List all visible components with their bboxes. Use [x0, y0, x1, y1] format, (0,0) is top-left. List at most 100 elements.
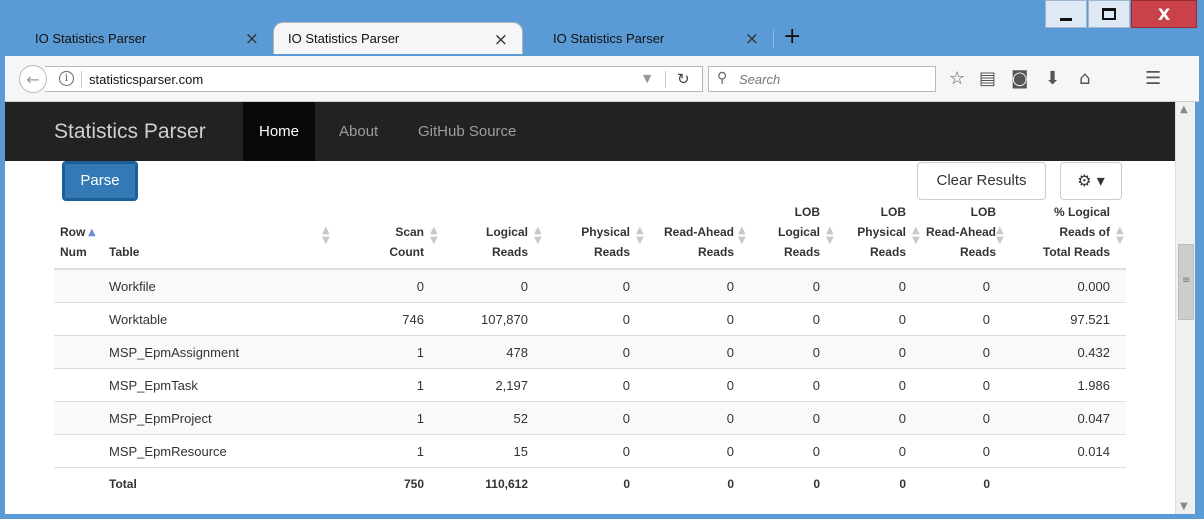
tab-3[interactable]: IO Statistics Parser ×: [523, 22, 773, 54]
header-lob-read-ahead-reads[interactable]: LOB Read-Ahead Reads: [916, 202, 996, 262]
search-icon: ⚲: [717, 70, 728, 86]
cell-lob-readahead: 0: [982, 444, 990, 459]
cell-lob-logical: 0: [812, 378, 820, 393]
sort-icon: ▲ ▼: [738, 225, 746, 246]
tab-2[interactable]: IO Statistics Parser ×: [273, 22, 523, 54]
cell-scan: 1: [416, 411, 424, 426]
cell-scan: 750: [403, 477, 424, 491]
cell-table: Total: [109, 477, 137, 491]
nav-github-source[interactable]: GitHub Source: [402, 102, 532, 161]
cell-readahead: 0: [726, 444, 734, 459]
reload-icon[interactable]: ↻: [677, 70, 690, 88]
cell-lob-logical: 0: [812, 411, 820, 426]
back-button[interactable]: ←: [19, 65, 47, 93]
back-arrow-icon: ←: [26, 69, 40, 89]
cell-scan: 1: [416, 444, 424, 459]
table-row: MSP_EpmAssignment 1 478 0 0 0 0 0 0.432: [54, 336, 1126, 369]
tab-title: IO Statistics Parser: [35, 30, 147, 46]
new-tab-button[interactable]: +: [783, 24, 801, 49]
browser-chrome: X IO Statistics Parser × IO Statistics P…: [5, 0, 1199, 102]
table-total-row: Total 750 110,612 0 0 0 0 0: [54, 468, 1126, 501]
sort-icon: ▲ ▼: [322, 225, 330, 246]
cell-table: MSP_EpmResource: [109, 444, 227, 459]
downloads-icon[interactable]: ⬇: [1045, 69, 1060, 89]
cell-lob-physical: 0: [898, 279, 906, 294]
gear-icon: ⚙ ▾: [1077, 171, 1105, 190]
cell-lob-readahead: 0: [982, 312, 990, 327]
cell-scan: 746: [402, 312, 424, 327]
tab-title: IO Statistics Parser: [288, 31, 400, 46]
cell-pct: 1.986: [1077, 378, 1110, 393]
results-table: Row Num ▲ Table ▲ ▼ Scan Count ▲ ▼ Logical…: [54, 202, 1126, 501]
cell-lob-physical: 0: [898, 312, 906, 327]
tab-1[interactable]: IO Statistics Parser ×: [5, 22, 273, 54]
site-navbar: Statistics Parser Home About GitHub Sour…: [5, 102, 1175, 161]
header-logical-reads[interactable]: Logical Reads: [454, 222, 528, 262]
table-body: Workfile 0 0 0 0 0 0 0 0.000 Worktable 746 107,870 0…: [54, 270, 1126, 501]
scroll-up-icon[interactable]: ▲: [1180, 104, 1188, 115]
clear-results-button[interactable]: Clear Results: [917, 162, 1046, 200]
header-scan-count[interactable]: Scan Count: [364, 222, 424, 262]
url-divider: [81, 71, 82, 88]
cell-lob-physical: 0: [899, 477, 906, 491]
cell-pct: 97.521: [1070, 312, 1110, 327]
url-divider: [665, 71, 666, 88]
sort-icon: ▲ ▼: [826, 225, 834, 246]
pocket-icon[interactable]: ◙: [1011, 69, 1028, 89]
tab-close-icon[interactable]: ×: [745, 29, 759, 49]
page-scrollbar[interactable]: ▲ ≡ ▼: [1175, 102, 1195, 514]
web-page: Statistics Parser Home About GitHub Sour…: [5, 102, 1175, 514]
header-lob-physical-reads[interactable]: LOB Physical Reads: [836, 202, 906, 262]
cell-physical: 0: [622, 444, 630, 459]
scrollbar-thumb[interactable]: ≡: [1178, 244, 1194, 320]
cell-lob-logical: 0: [812, 345, 820, 360]
nav-home[interactable]: Home: [243, 102, 316, 161]
menu-icon[interactable]: ☰: [1145, 69, 1161, 89]
table-header: Row Num ▲ Table ▲ ▼ Scan Count ▲ ▼ Logical…: [54, 202, 1126, 270]
sort-icon: ▲ ▼: [996, 225, 1004, 246]
cell-lob-physical: 0: [898, 378, 906, 393]
cell-readahead: 0: [726, 378, 734, 393]
header-physical-reads[interactable]: Physical Reads: [554, 222, 630, 262]
tab-strip: IO Statistics Parser × IO Statistics Par…: [5, 20, 1199, 54]
settings-dropdown-button[interactable]: ⚙ ▾: [1060, 162, 1122, 200]
search-bar[interactable]: ⚲ Search: [708, 66, 936, 92]
table-row: MSP_EpmTask 1 2,197 0 0 0 0 0 1.986: [54, 369, 1126, 402]
tab-close-icon[interactable]: ×: [245, 29, 259, 49]
url-dropdown-icon[interactable]: ▼: [643, 72, 651, 85]
cell-physical: 0: [622, 279, 630, 294]
cell-logical: 52: [513, 411, 528, 426]
tab-divider: [773, 30, 774, 48]
cell-logical: 0: [520, 279, 528, 294]
cell-readahead: 0: [727, 477, 734, 491]
cell-readahead: 0: [726, 312, 734, 327]
cell-table: Workfile: [109, 279, 156, 294]
cell-logical: 107,870: [481, 312, 528, 327]
sort-icon: ▲ ▼: [534, 225, 542, 246]
home-icon[interactable]: ⌂: [1079, 69, 1090, 89]
site-info-icon[interactable]: i: [59, 71, 74, 86]
reading-list-icon[interactable]: ▤: [979, 69, 996, 89]
cell-lob-physical: 0: [898, 411, 906, 426]
cell-table: MSP_EpmAssignment: [109, 345, 240, 360]
cell-physical: 0: [622, 411, 630, 426]
header-table[interactable]: Table: [109, 242, 139, 262]
header-read-ahead-reads[interactable]: Read-Ahead Reads: [650, 222, 734, 262]
header-lob-logical-reads[interactable]: LOB Logical Reads: [754, 202, 820, 262]
cell-physical: 0: [622, 345, 630, 360]
tab-close-icon[interactable]: ×: [494, 30, 508, 50]
bookmark-star-icon[interactable]: ☆: [949, 69, 965, 89]
cell-readahead: 0: [726, 345, 734, 360]
maximize-icon: [1102, 8, 1116, 20]
site-brand[interactable]: Statistics Parser: [54, 120, 206, 144]
url-text[interactable]: statisticsparser.com: [89, 72, 203, 87]
cell-pct: 0.014: [1077, 444, 1110, 459]
nav-about[interactable]: About: [323, 102, 394, 161]
cell-lob-readahead: 0: [982, 411, 990, 426]
url-bar[interactable]: i statisticsparser.com ▼ ↻: [45, 66, 703, 92]
cell-pct: 0.432: [1077, 345, 1110, 360]
scroll-down-icon[interactable]: ▼: [1180, 501, 1188, 512]
cell-logical: 110,612: [485, 477, 528, 491]
header-pct-logical[interactable]: % Logical Reads of Total Reads: [1014, 202, 1110, 262]
parse-button[interactable]: Parse: [62, 161, 138, 201]
